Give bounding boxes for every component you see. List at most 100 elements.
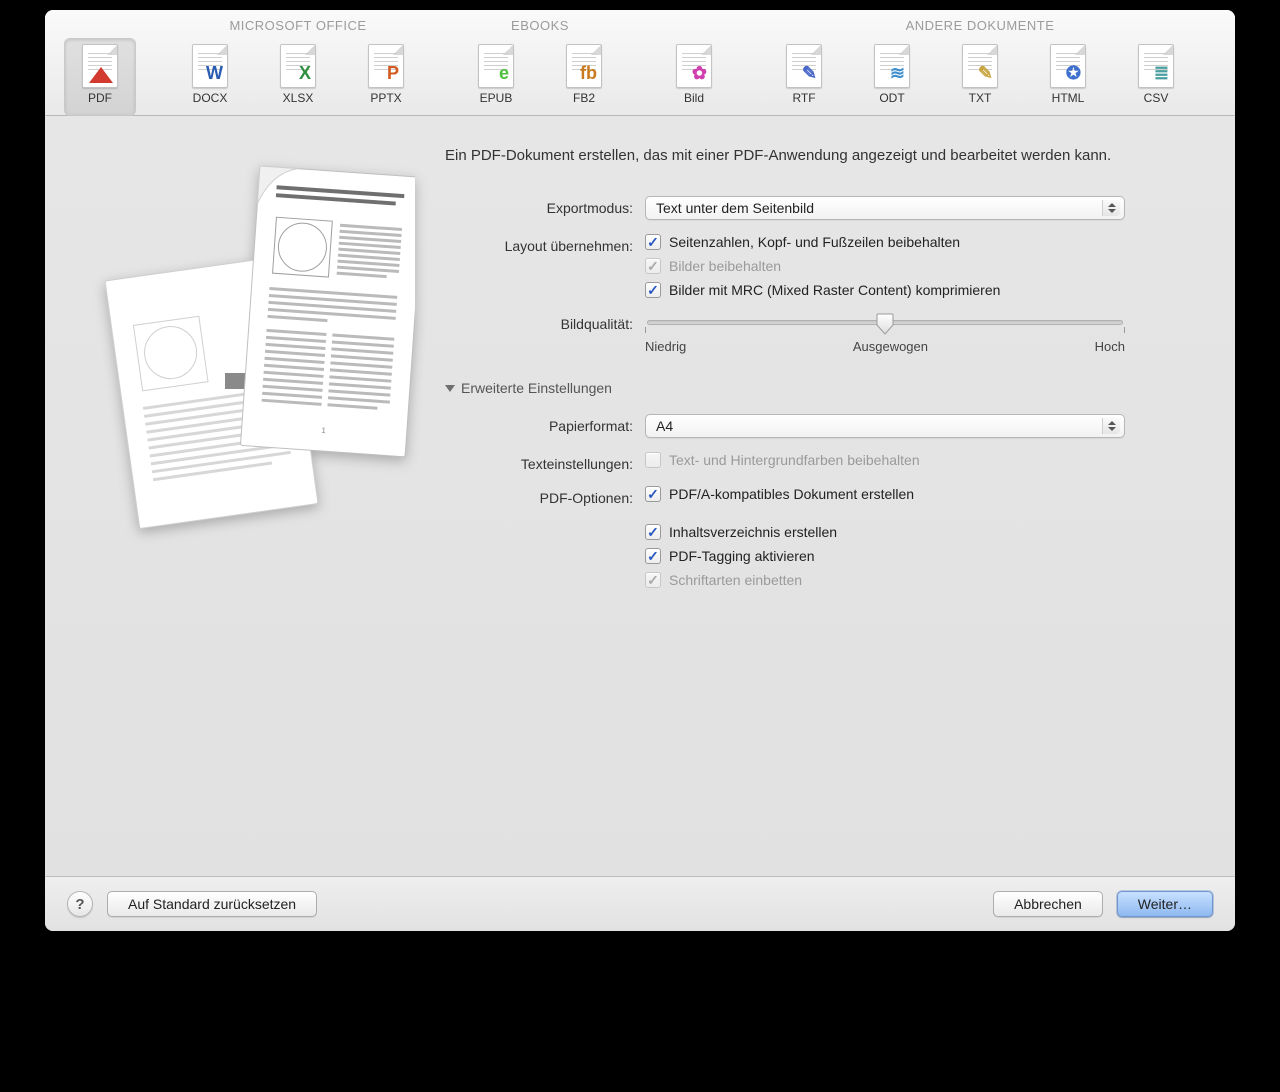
format-html-button[interactable]: ✪ HTML xyxy=(1033,39,1103,115)
keep-headers-text: Seitenzahlen, Kopf- und Fußzeilen beibeh… xyxy=(669,234,960,250)
select-arrows-icon xyxy=(1102,200,1120,216)
embedfonts-text: Schriftarten einbetten xyxy=(669,572,802,588)
toolbar-group: PDF xyxy=(85,18,135,115)
rtf-icon: ✎ xyxy=(783,45,825,87)
imagequality-slider[interactable]: Niedrig Ausgewogen Hoch xyxy=(645,312,1125,354)
advanced-disclosure[interactable]: Erweiterte Einstellungen xyxy=(445,380,1205,396)
paperformat-value: A4 xyxy=(656,418,673,434)
keep-headers-checkbox[interactable] xyxy=(645,234,661,250)
main-area: 1 Ein PDF-Dokument erstellen, das mit ei… xyxy=(45,116,1235,876)
format-label: HTML xyxy=(1052,91,1085,105)
toolbar-group-title: MICROSOFT OFFICE xyxy=(229,18,366,33)
format-odt-button[interactable]: ≋ ODT xyxy=(857,39,927,115)
format-label: EPUB xyxy=(480,91,513,105)
format-label: DOCX xyxy=(193,91,228,105)
slider-labels: Niedrig Ausgewogen Hoch xyxy=(645,339,1125,354)
format-label: PDF xyxy=(88,91,112,105)
format-label: TXT xyxy=(969,91,992,105)
keep-images-text: Bilder beibehalten xyxy=(669,258,781,274)
format-rtf-button[interactable]: ✎ RTF xyxy=(769,39,839,115)
intro-text: Ein PDF-Dokument erstellen, das mit eine… xyxy=(445,146,1205,166)
docx-icon: W xyxy=(189,45,231,87)
format-label: ODT xyxy=(879,91,904,105)
format-xlsx-button[interactable]: X XLSX xyxy=(263,39,333,115)
format-label: FB2 xyxy=(573,91,595,105)
help-button[interactable]: ? xyxy=(67,891,93,917)
advanced-label: Erweiterte Einstellungen xyxy=(461,380,612,396)
mrc-checkline[interactable]: Bilder mit MRC (Mixed Raster Content) ko… xyxy=(645,282,1205,298)
toolbar-group: MICROSOFT OFFICE W DOCX X XLSX PPPTX xyxy=(175,18,421,115)
toc-checkline[interactable]: Inhaltsverzeichnis erstellen xyxy=(645,524,1205,540)
export-dialog: PDFMICROSOFT OFFICEWDOCXXXLSXPPPTXEBOOKS… xyxy=(45,10,1235,931)
cancel-button[interactable]: Abbrechen xyxy=(993,891,1103,917)
keep-colors-checkline: Text- und Hintergrundfarben beibehalten xyxy=(645,452,1205,468)
toc-text: Inhaltsverzeichnis erstellen xyxy=(669,524,837,540)
triangle-down-icon xyxy=(445,385,455,392)
txt-icon: ✎ xyxy=(959,45,1001,87)
toc-checkbox[interactable] xyxy=(645,524,661,540)
paperformat-select[interactable]: A4 xyxy=(645,414,1125,438)
toolbar-group: EBOOKSeEPUBfbFB2 xyxy=(461,18,619,115)
format-label: XLSX xyxy=(283,91,314,105)
paperformat-label: Papierformat: xyxy=(445,414,645,434)
preview-illustration: 1 xyxy=(75,146,425,846)
exportmode-label: Exportmodus: xyxy=(445,196,645,216)
format-label: RTF xyxy=(792,91,815,105)
quality-mid: Ausgewogen xyxy=(853,339,928,354)
xlsx-icon: X xyxy=(277,45,319,87)
tagging-text: PDF-Tagging aktivieren xyxy=(669,548,815,564)
toolbar-group: ANDERE DOKUMENTE ✎ RTF ≋ ODT ✎ TXT ✪ HTML ≣CSV xyxy=(769,18,1191,115)
bottom-bar: ? Auf Standard zurücksetzen Abbrechen We… xyxy=(45,876,1235,931)
format-fb2-button[interactable]: fb FB2 xyxy=(549,39,619,115)
odt-icon: ≋ xyxy=(871,45,913,87)
keep-images-checkline: Bilder beibehalten xyxy=(645,258,1205,274)
format-label: CSV xyxy=(1144,91,1169,105)
exportmode-select[interactable]: Text unter dem Seitenbild xyxy=(645,196,1125,220)
format-label: PPTX xyxy=(370,91,401,105)
slider-track[interactable] xyxy=(647,320,1123,325)
format-pdf-button[interactable]: PDF xyxy=(65,39,135,115)
format-bild-button[interactable]: ✿ Bild xyxy=(659,39,729,115)
pdf-icon xyxy=(79,45,121,87)
slider-thumb[interactable] xyxy=(876,313,894,333)
keep-colors-checkbox xyxy=(645,452,661,468)
embedfonts-checkline: Schriftarten einbetten xyxy=(645,572,1205,588)
fb2-icon: fb xyxy=(563,45,605,87)
toolbar-group: ✿ Bild xyxy=(659,18,729,115)
pdfa-checkline[interactable]: PDF/A-kompatibles Dokument erstellen xyxy=(645,486,1205,502)
reset-defaults-label: Auf Standard zurücksetzen xyxy=(128,896,296,912)
toolbar-group-title: ANDERE DOKUMENTE xyxy=(906,18,1055,33)
exportmode-value: Text unter dem Seitenbild xyxy=(656,200,814,216)
format-toolbar: PDFMICROSOFT OFFICEWDOCXXXLSXPPPTXEBOOKS… xyxy=(45,10,1235,116)
pdfa-checkbox[interactable] xyxy=(645,486,661,502)
toolbar-group-title xyxy=(692,18,696,33)
format-epub-button[interactable]: e EPUB xyxy=(461,39,531,115)
tagging-checkline[interactable]: PDF-Tagging aktivieren xyxy=(645,548,1205,564)
toolbar-group-title xyxy=(108,18,112,33)
layout-label: Layout übernehmen: xyxy=(445,234,645,254)
quality-high: Hoch xyxy=(1095,339,1125,354)
bild-icon: ✿ xyxy=(673,45,715,87)
keep-headers-checkline[interactable]: Seitenzahlen, Kopf- und Fußzeilen beibeh… xyxy=(645,234,1205,250)
keep-colors-text: Text- und Hintergrundfarben beibehalten xyxy=(669,452,920,468)
pdfa-text: PDF/A-kompatibles Dokument erstellen xyxy=(669,486,914,502)
reset-defaults-button[interactable]: Auf Standard zurücksetzen xyxy=(107,891,317,917)
pdfoptions-label: PDF-Optionen: xyxy=(445,486,645,506)
next-button[interactable]: Weiter… xyxy=(1117,891,1213,917)
mrc-checkbox[interactable] xyxy=(645,282,661,298)
format-docx-button[interactable]: W DOCX xyxy=(175,39,245,115)
epub-icon: e xyxy=(475,45,517,87)
form-area: Ein PDF-Dokument erstellen, das mit eine… xyxy=(445,146,1205,846)
select-arrows-icon xyxy=(1102,418,1120,434)
format-label: Bild xyxy=(684,91,704,105)
tagging-checkbox[interactable] xyxy=(645,548,661,564)
format-pptx-button[interactable]: PPPTX xyxy=(351,39,421,115)
question-icon: ? xyxy=(75,896,84,913)
textsettings-label: Texteinstellungen: xyxy=(445,452,645,472)
next-label: Weiter… xyxy=(1138,896,1192,912)
format-csv-button[interactable]: ≣CSV xyxy=(1121,39,1191,115)
quality-low: Niedrig xyxy=(645,339,686,354)
embedfonts-checkbox xyxy=(645,572,661,588)
html-icon: ✪ xyxy=(1047,45,1089,87)
format-txt-button[interactable]: ✎ TXT xyxy=(945,39,1015,115)
